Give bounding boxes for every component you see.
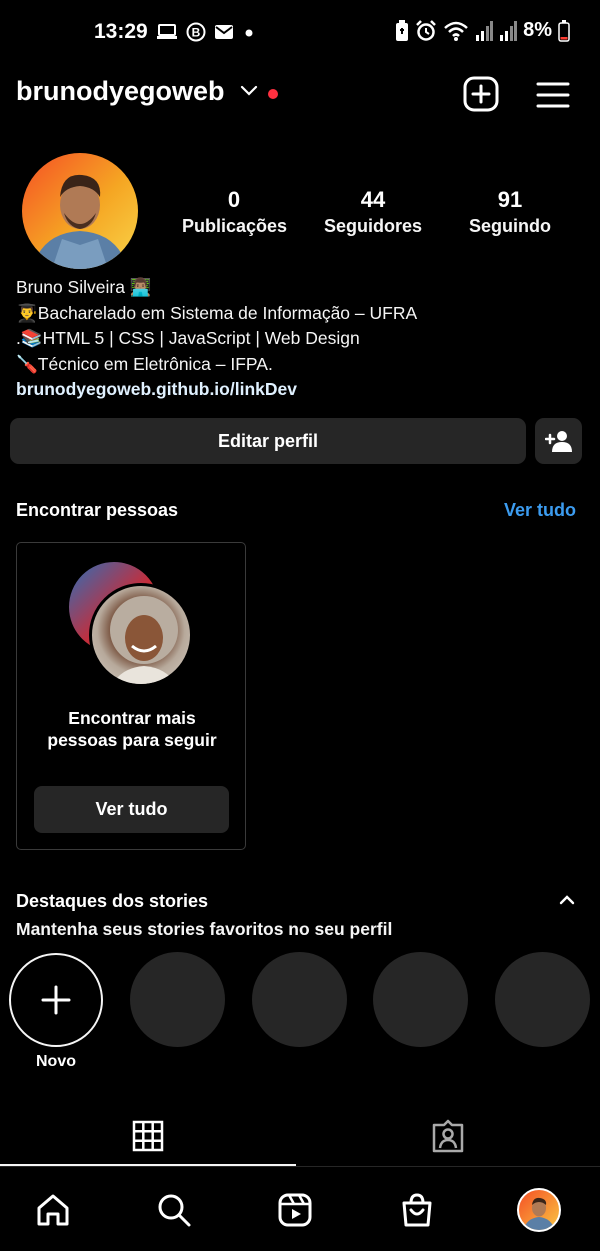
battery-saver-icon xyxy=(396,19,409,41)
bio-link[interactable]: brunodyegoweb.github.io/linkDev xyxy=(16,377,586,403)
profile-bio: Bruno Silveira 👨🏽‍💻 👨‍🎓Bacharelado em Si… xyxy=(16,275,586,403)
highlight-placeholder xyxy=(130,952,225,1047)
tab-grid[interactable] xyxy=(0,1105,296,1167)
search-icon xyxy=(158,1194,191,1227)
nav-shop[interactable] xyxy=(395,1188,439,1232)
tagged-icon xyxy=(432,1119,464,1153)
followers-count: 44 xyxy=(360,187,386,212)
nav-reels[interactable] xyxy=(273,1188,317,1232)
grid-icon xyxy=(132,1120,164,1152)
battery-percent: 8% xyxy=(523,19,552,41)
nav-profile-photo xyxy=(523,1197,555,1230)
stat-followers[interactable]: 44 Seguidores xyxy=(324,186,422,238)
b-badge-icon: B xyxy=(186,22,206,42)
highlights-title: Destaques dos stories xyxy=(16,891,209,911)
tab-divider xyxy=(0,1166,600,1167)
chevron-up-icon[interactable] xyxy=(558,893,576,907)
suggested-avatar-front xyxy=(89,583,193,687)
discover-card-text: Encontrar mais pessoas para seguir xyxy=(17,707,247,751)
status-right-icons: 8% xyxy=(395,19,570,42)
nav-home[interactable] xyxy=(31,1188,75,1232)
stat-following[interactable]: 91 Seguindo xyxy=(466,186,554,238)
profile-header: brunodyegoweb xyxy=(0,72,600,118)
wifi-icon xyxy=(444,21,468,41)
nav-profile-avatar[interactable] xyxy=(517,1188,561,1232)
profile-photo xyxy=(32,174,128,269)
laptop-icon xyxy=(157,24,177,39)
status-time: 13:29 xyxy=(94,20,148,43)
shop-icon xyxy=(402,1193,432,1227)
tab-tagged[interactable] xyxy=(300,1105,596,1167)
svg-text:B: B xyxy=(192,26,201,40)
signal-icon xyxy=(500,20,518,41)
discover-card-see-all-button[interactable]: Ver tudo xyxy=(34,786,229,833)
followers-label: Seguidores xyxy=(324,216,423,236)
nav-search[interactable] xyxy=(152,1188,196,1232)
status-bar: 13:29 B 8% xyxy=(0,0,600,64)
hamburger-menu-icon[interactable] xyxy=(536,78,570,112)
plus-icon xyxy=(41,985,71,1015)
bio-line-technician: 🪛Técnico em Eletrônica – IFPA. xyxy=(16,353,273,374)
highlight-placeholder xyxy=(252,952,347,1047)
reels-icon xyxy=(278,1193,312,1227)
highlight-placeholder xyxy=(495,952,590,1047)
dot-icon xyxy=(245,29,253,37)
discover-card-text-line2: pessoas para seguir xyxy=(47,730,217,750)
discover-card: Encontrar mais pessoas para seguir Ver t… xyxy=(16,542,246,850)
mail-icon xyxy=(215,25,233,39)
battery-icon xyxy=(558,19,570,42)
notification-dot xyxy=(268,89,278,99)
discover-card-text-line1: Encontrar mais xyxy=(68,708,196,728)
create-post-icon[interactable] xyxy=(463,76,499,112)
discover-see-all-link[interactable]: Ver tudo xyxy=(504,500,576,521)
posts-label: Publicações xyxy=(182,216,288,236)
suggested-photo xyxy=(110,596,178,684)
bio-line-skills: .📚HTML 5 | CSS | JavaScript | Web Design xyxy=(16,328,360,348)
new-highlight-label: Novo xyxy=(36,1053,76,1070)
alarm-icon xyxy=(416,19,436,41)
edit-profile-button[interactable]: Editar perfil xyxy=(10,418,526,464)
following-count: 91 xyxy=(497,187,523,212)
add-person-icon xyxy=(544,431,572,452)
content-tabs xyxy=(0,1105,600,1169)
bio-name: Bruno Silveira 👨🏽‍💻 xyxy=(16,277,152,297)
chevron-down-icon[interactable] xyxy=(239,84,259,98)
home-icon xyxy=(37,1194,69,1226)
profile-avatar[interactable] xyxy=(22,153,138,269)
highlights-subtitle: Mantenha seus stories favoritos no seu p… xyxy=(16,919,393,939)
bottom-navigation xyxy=(0,1170,600,1251)
following-label: Seguindo xyxy=(469,216,551,236)
status-left-icons: B xyxy=(156,22,256,42)
bio-line-education: 👨‍🎓Bacharelado em Sistema de Informação … xyxy=(16,302,418,323)
new-highlight-button[interactable] xyxy=(9,953,103,1047)
username[interactable]: brunodyegoweb xyxy=(16,76,225,107)
stat-posts[interactable]: 0 Publicações xyxy=(182,186,288,238)
discover-people-button[interactable] xyxy=(535,418,582,464)
discover-title: Encontrar pessoas xyxy=(16,500,179,520)
signal-icon xyxy=(476,20,494,41)
posts-count: 0 xyxy=(227,187,241,212)
highlight-placeholder xyxy=(373,952,468,1047)
